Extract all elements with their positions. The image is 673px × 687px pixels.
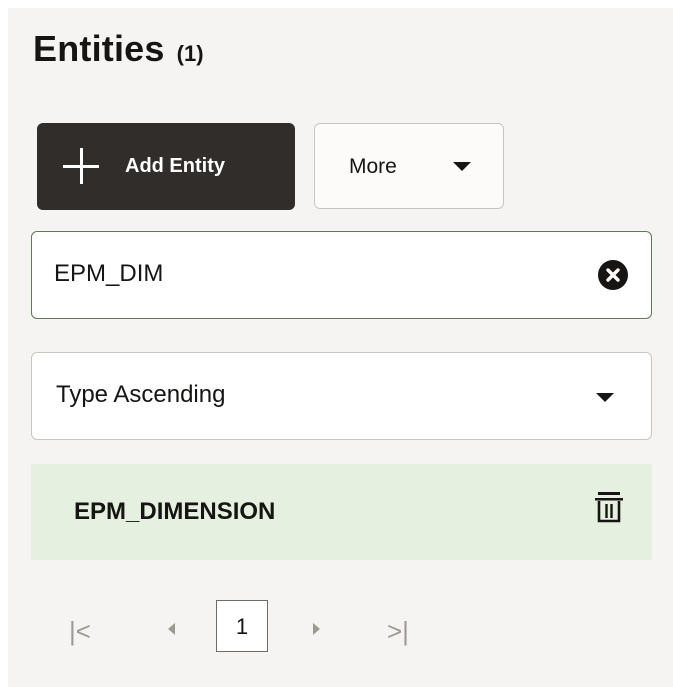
last-page-button[interactable]: >|	[387, 616, 409, 647]
previous-page-icon[interactable]	[168, 623, 175, 635]
entity-name: EPM_DIMENSION	[74, 498, 276, 525]
clear-icon[interactable]	[598, 260, 628, 290]
page-title: Entities	[33, 28, 165, 69]
entities-panel: Entities (1) Add Entity More Type Ascend…	[8, 8, 673, 687]
add-entity-label: Add Entity	[125, 155, 225, 177]
search-field	[31, 231, 652, 319]
chevron-down-icon	[453, 162, 471, 171]
first-page-button[interactable]: |<	[69, 616, 91, 647]
entity-count: (1)	[176, 41, 204, 66]
trash-icon[interactable]	[593, 490, 625, 526]
add-entity-button[interactable]: Add Entity	[37, 123, 295, 210]
list-item[interactable]: EPM_DIMENSION	[31, 464, 652, 560]
chevron-down-icon	[596, 393, 614, 402]
next-page-icon[interactable]	[313, 623, 320, 635]
more-label: More	[349, 155, 397, 178]
plus-icon	[63, 148, 99, 184]
header: Entities (1)	[33, 28, 204, 70]
pagination: |< 1 >|	[31, 586, 431, 656]
page-1-button[interactable]: 1	[216, 600, 268, 652]
sort-selected-value: Type Ascending	[56, 381, 226, 408]
search-input[interactable]	[54, 256, 574, 292]
more-button[interactable]: More	[314, 123, 504, 209]
sort-select[interactable]: Type Ascending	[31, 352, 652, 440]
